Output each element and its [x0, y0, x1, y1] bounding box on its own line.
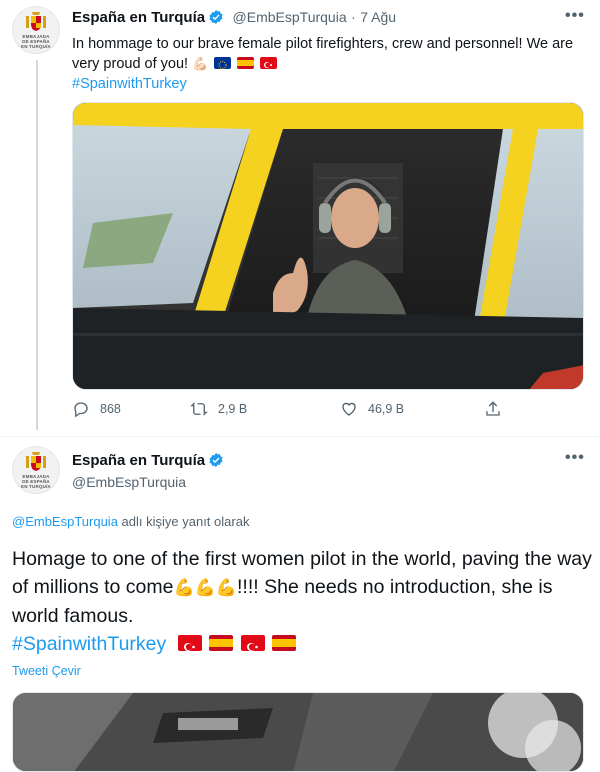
tweet-photo-cockpit[interactable]: [12, 692, 584, 772]
flexed-biceps-emoji: 💪🏻: [192, 56, 209, 71]
retweet-count: 2,9 B: [218, 402, 248, 416]
like-button[interactable]: 46,9 B: [340, 400, 404, 418]
tweet-text: In hommage to our brave female pilot fir…: [72, 34, 582, 94]
reply-icon: [74, 402, 88, 418]
display-name[interactable]: España en Turquía: [72, 9, 205, 26]
tweet-photo-pilot[interactable]: [72, 102, 584, 390]
reply-context-text: adlı kişiye yanıt olarak: [117, 514, 250, 529]
cockpit-image: [13, 693, 583, 771]
coat-of-arms-icon: [26, 12, 46, 31]
verified-badge-icon: [209, 10, 223, 24]
spain-flag-icon: [209, 635, 234, 651]
reply-button[interactable]: 868: [72, 400, 121, 418]
coat-of-arms-icon: [26, 452, 46, 471]
tweet-divider: [0, 436, 600, 437]
tweet-body: In hommage to our brave female pilot fir…: [72, 36, 574, 72]
pilot-cockpit-image: [73, 103, 583, 389]
tweet2-header: España en Turquía: [72, 452, 224, 470]
share-button[interactable]: [484, 400, 512, 418]
avatar-motto-line: EN TURQUÍA: [21, 484, 51, 489]
spain-flag-icon: [271, 635, 296, 651]
separator: ·: [351, 9, 356, 25]
like-count: 46,9 B: [368, 402, 405, 416]
tweet-text: Homage to one of the first women pilot i…: [12, 545, 592, 658]
verified-badge-icon: [209, 453, 223, 467]
hashtag-link[interactable]: #SpainwithTurkey: [72, 76, 187, 92]
thread-connector-line: [36, 60, 38, 430]
tweet1-header: España en Turquía @EmbEspTurquia · 7 Ağu: [72, 9, 396, 27]
hashtag-link[interactable]: #SpainwithTurkey: [12, 633, 166, 655]
tweet-date[interactable]: 7 Ağu: [360, 9, 396, 25]
avatar[interactable]: EMBAJADA DE ESPAÑA EN TURQUÍA: [12, 446, 60, 494]
user-handle[interactable]: @EmbEspTurquia: [233, 9, 347, 25]
spain-flag-icon: [237, 57, 255, 69]
turkey-flag-icon: [260, 57, 278, 69]
display-name[interactable]: España en Turquía: [72, 452, 205, 469]
translate-tweet-link[interactable]: Tweeti Çevir: [12, 664, 81, 678]
flexed-biceps-emoji: 💪💪💪: [173, 578, 237, 597]
share-icon: [486, 401, 500, 416]
retweet-icon: [190, 402, 208, 416]
retweet-button[interactable]: 2,9 B: [190, 400, 247, 418]
more-icon[interactable]: •••: [565, 449, 585, 467]
eu-flag-icon: [214, 57, 232, 69]
like-icon: [342, 402, 356, 416]
tweet-actions: 868 2,9 B 46,9 B: [72, 400, 512, 424]
user-handle[interactable]: @EmbEspTurquia: [72, 474, 186, 490]
avatar-motto-line: EN TURQUÍA: [21, 44, 51, 49]
more-icon[interactable]: •••: [565, 7, 585, 25]
reply-mention-link[interactable]: @EmbEspTurquia: [12, 514, 118, 529]
turkey-flag-icon: [177, 635, 202, 651]
reply-context: @EmbEspTurquia adlı kişiye yanıt olarak: [12, 514, 249, 529]
avatar[interactable]: EMBAJADA DE ESPAÑA EN TURQUÍA: [12, 6, 60, 54]
turkey-flag-icon: [240, 635, 265, 651]
reply-count: 868: [100, 402, 121, 416]
